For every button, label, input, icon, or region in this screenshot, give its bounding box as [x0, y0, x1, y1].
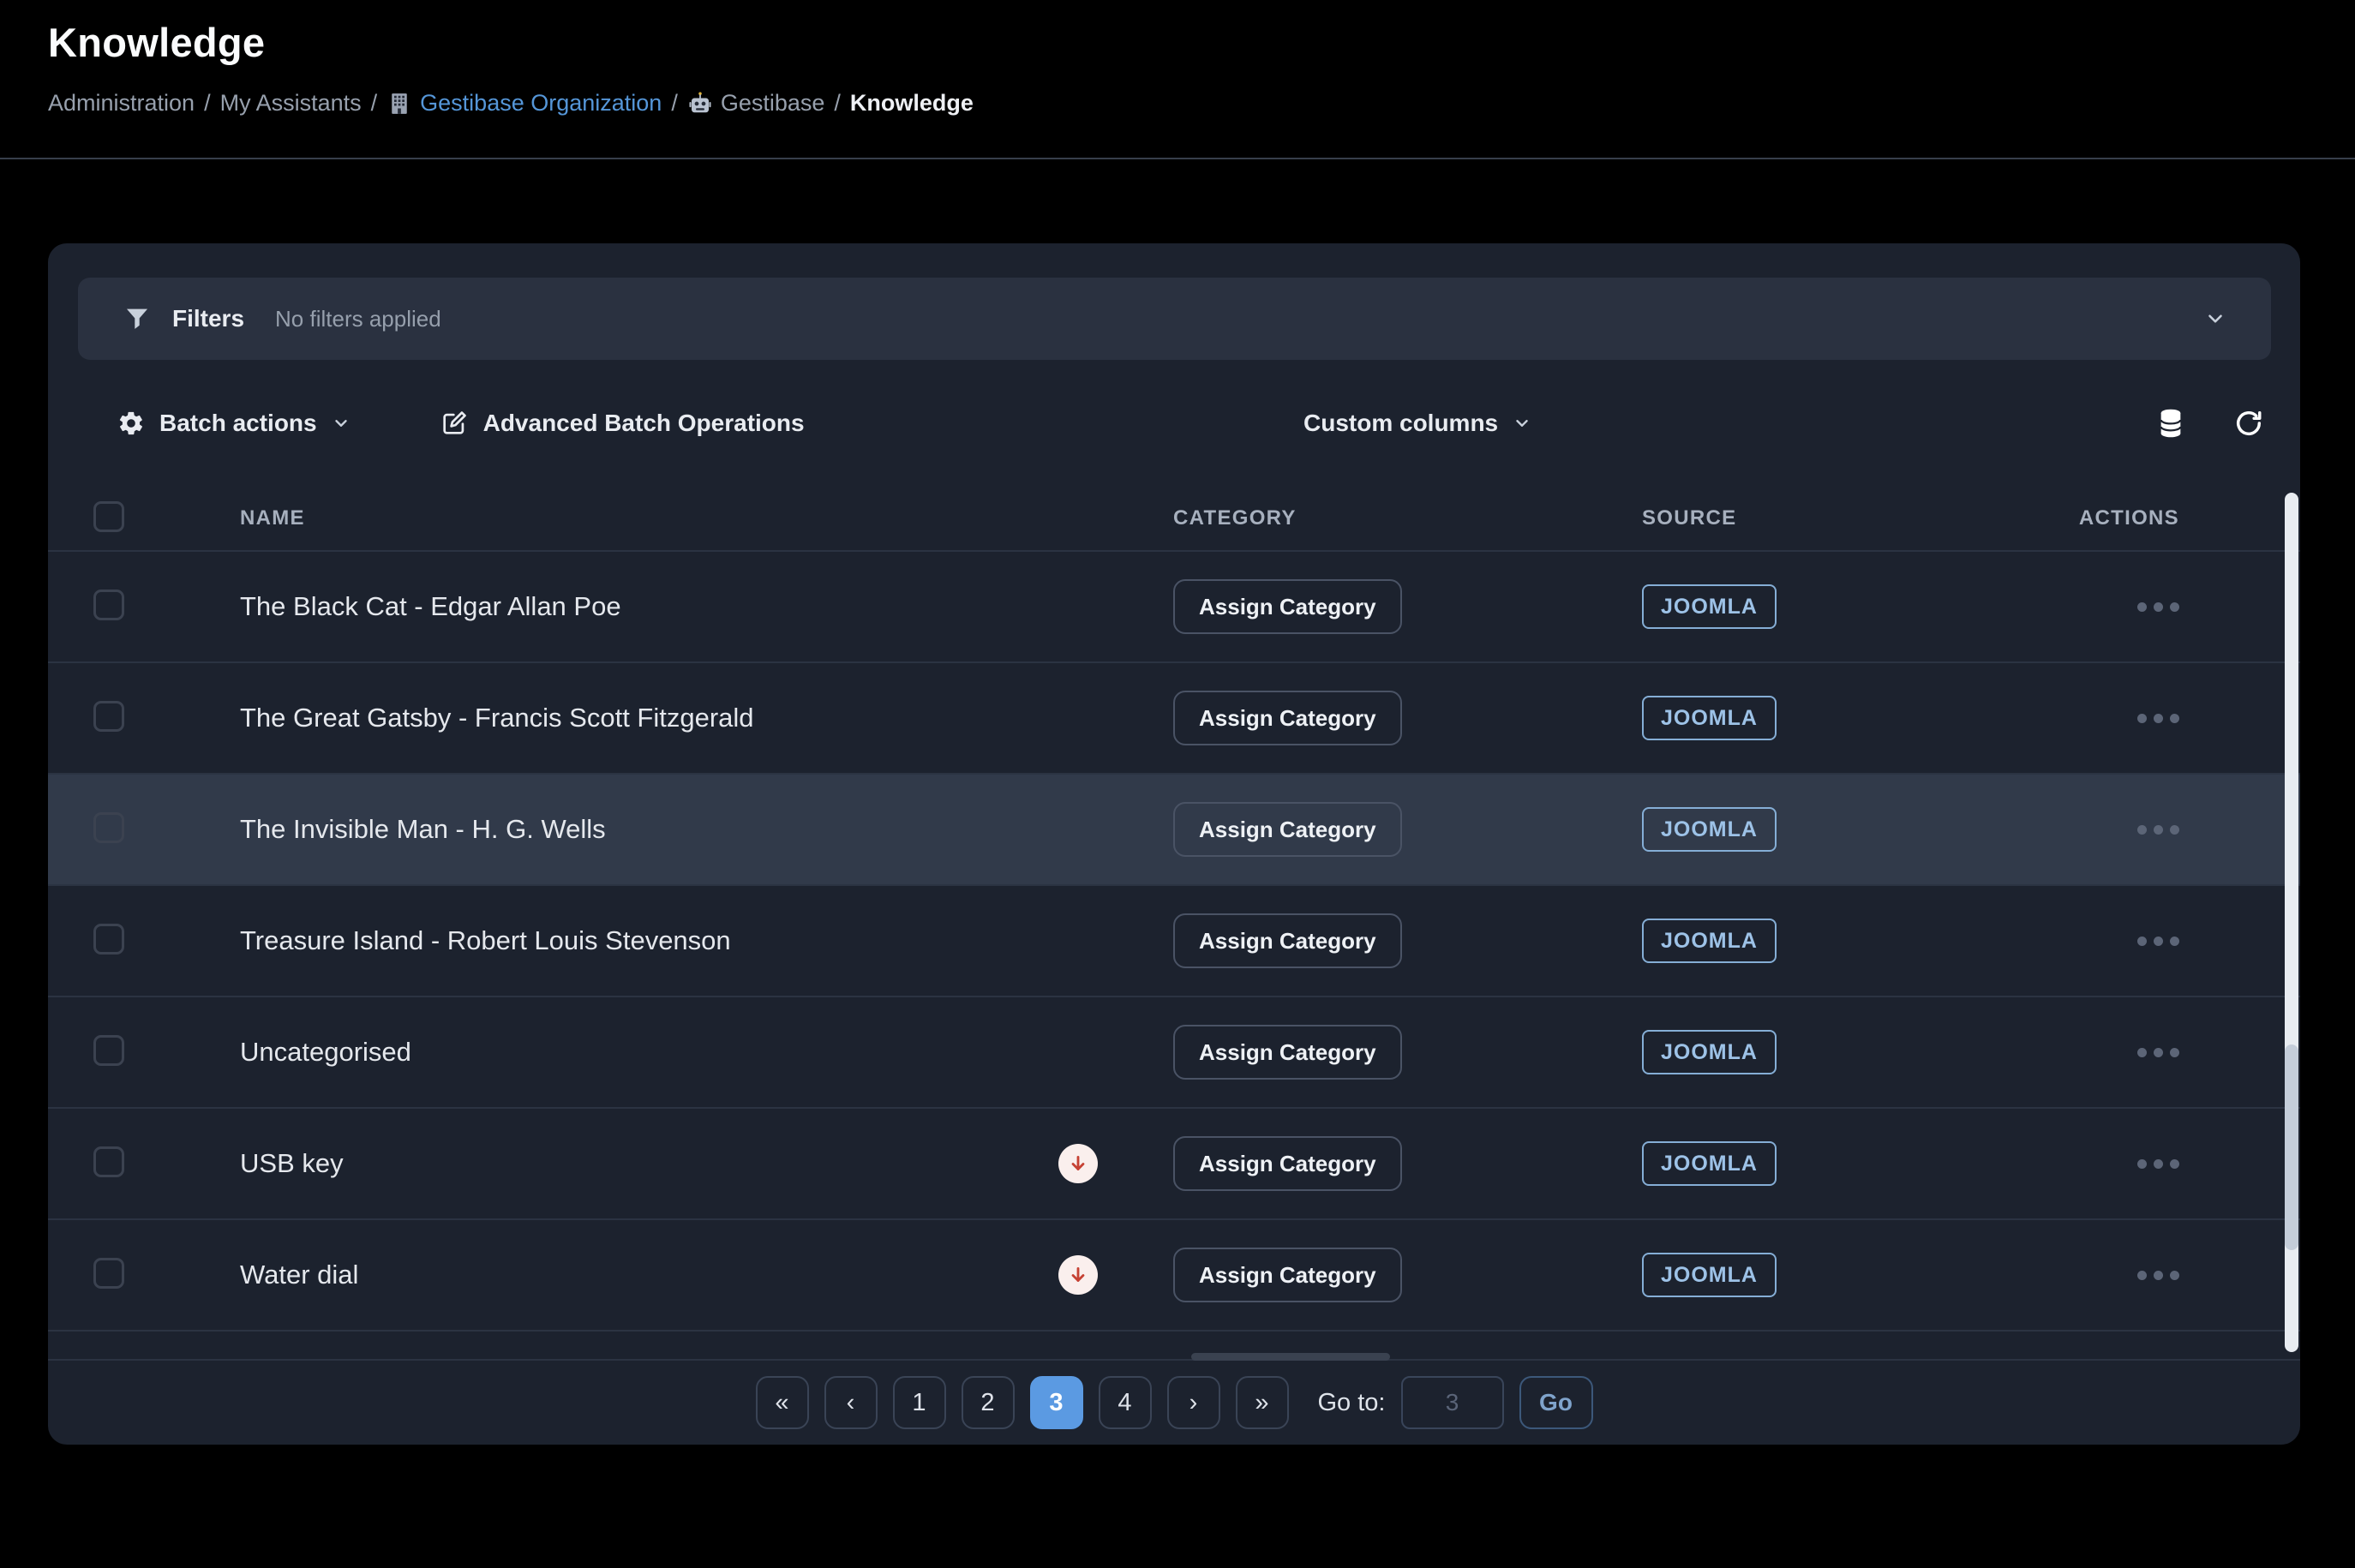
vertical-scrollbar-thumb[interactable]: [2285, 1044, 2298, 1250]
horizontal-scrollbar-thumb[interactable]: [1191, 1353, 1390, 1361]
breadcrumb-separator: /: [834, 90, 841, 117]
breadcrumb-organization-link[interactable]: Gestibase Organization: [387, 90, 662, 117]
column-header-actions: ACTIONS: [2069, 506, 2300, 530]
source-badge: JOOMLA: [1642, 1141, 1777, 1186]
assign-category-button[interactable]: Assign Category: [1173, 913, 1402, 968]
assign-category-button[interactable]: Assign Category: [1173, 691, 1402, 745]
row-actions-button[interactable]: [2137, 1262, 2179, 1289]
vertical-scrollbar[interactable]: [2285, 493, 2298, 1352]
knowledge-item-name: The Black Cat - Edgar Allan Poe: [240, 591, 621, 621]
pagination-bar: « ‹ 1 2 3 4 › » Go to: Go: [48, 1359, 2300, 1445]
table-row: Uncategorised Assign Category JOOMLA: [48, 997, 2300, 1109]
filter-funnel-icon: [123, 304, 152, 333]
breadcrumb-separator: /: [204, 90, 211, 117]
robot-icon: [687, 91, 713, 117]
table-header: NAME CATEGORY SOURCE ACTIONS: [48, 487, 2300, 552]
select-all-checkbox[interactable]: [93, 501, 124, 532]
go-button[interactable]: Go: [1519, 1376, 1593, 1429]
breadcrumb-administration[interactable]: Administration: [48, 90, 195, 117]
source-badge: JOOMLA: [1642, 807, 1777, 852]
database-icon[interactable]: [2156, 407, 2185, 440]
row-checkbox[interactable]: [93, 924, 124, 955]
page-title: Knowledge: [48, 19, 974, 66]
goto-label: Go to:: [1318, 1389, 1386, 1417]
source-badge: JOOMLA: [1642, 584, 1777, 629]
row-checkbox[interactable]: [93, 701, 124, 732]
source-badge: JOOMLA: [1642, 919, 1777, 963]
table-row: Treasure Island - Robert Louis Stevenson…: [48, 886, 2300, 997]
assign-category-button[interactable]: Assign Category: [1173, 579, 1402, 634]
filters-panel[interactable]: Filters No filters applied: [78, 278, 2271, 360]
pagination-next-button[interactable]: ›: [1167, 1376, 1220, 1429]
row-actions-button[interactable]: [2137, 594, 2179, 620]
pagination-prev-button[interactable]: ‹: [824, 1376, 878, 1429]
row-actions-button[interactable]: [2137, 817, 2179, 843]
row-actions-button[interactable]: [2137, 928, 2179, 955]
knowledge-item-name: Water dial: [240, 1260, 358, 1290]
batch-actions-button[interactable]: Batch actions: [117, 410, 351, 437]
row-actions-button[interactable]: [2137, 1039, 2179, 1066]
table-row: The Great Gatsby - Francis Scott Fitzger…: [48, 663, 2300, 775]
refresh-icon[interactable]: [2233, 408, 2264, 439]
pagination-page-4[interactable]: 4: [1099, 1376, 1152, 1429]
row-checkbox[interactable]: [93, 812, 124, 843]
table-row: USB key Assign Category JOOMLA: [48, 1109, 2300, 1220]
pagination-last-button[interactable]: »: [1236, 1376, 1289, 1429]
goto-page-input[interactable]: [1401, 1376, 1504, 1429]
breadcrumb-assistant[interactable]: Gestibase: [687, 90, 825, 117]
pagination-page-1[interactable]: 1: [893, 1376, 946, 1429]
pagination-first-button[interactable]: «: [756, 1376, 809, 1429]
breadcrumb: Administration / My Assistants /: [48, 90, 974, 117]
row-actions-button[interactable]: [2137, 1151, 2179, 1177]
knowledge-item-name: Treasure Island - Robert Louis Stevenson: [240, 925, 731, 955]
source-badge: JOOMLA: [1642, 1030, 1777, 1074]
assign-category-button[interactable]: Assign Category: [1173, 1136, 1402, 1191]
source-badge: JOOMLA: [1642, 696, 1777, 740]
knowledge-item-name: The Invisible Man - H. G. Wells: [240, 814, 606, 844]
download-arrow-icon: [1058, 1144, 1098, 1183]
knowledge-item-name: USB key: [240, 1148, 344, 1178]
assign-category-button[interactable]: Assign Category: [1173, 1025, 1402, 1080]
row-checkbox[interactable]: [93, 589, 124, 620]
assign-category-button[interactable]: Assign Category: [1173, 1248, 1402, 1302]
breadcrumb-my-assistants[interactable]: My Assistants: [220, 90, 362, 117]
column-header-name: NAME: [240, 506, 1040, 530]
download-arrow-icon: [1058, 1255, 1098, 1295]
assign-category-button[interactable]: Assign Category: [1173, 802, 1402, 857]
page-header: Knowledge Administration / My Assistants…: [48, 19, 974, 117]
knowledge-card: Filters No filters applied Batch actions: [48, 243, 2300, 1445]
breadcrumb-separator: /: [371, 90, 378, 117]
row-checkbox[interactable]: [93, 1035, 124, 1066]
chevron-down-icon[interactable]: [2204, 308, 2226, 330]
column-header-source: SOURCE: [1589, 506, 2069, 530]
table-row: The Black Cat - Edgar Allan Poe Assign C…: [48, 552, 2300, 663]
advanced-batch-operations-button[interactable]: Advanced Batch Operations: [440, 409, 805, 438]
knowledge-item-name: The Great Gatsby - Francis Scott Fitzger…: [240, 703, 754, 733]
row-checkbox[interactable]: [93, 1258, 124, 1289]
filters-status: No filters applied: [275, 306, 441, 332]
knowledge-item-name: Uncategorised: [240, 1037, 411, 1067]
breadcrumb-separator: /: [671, 90, 678, 117]
knowledge-page: Knowledge Administration / My Assistants…: [0, 0, 2355, 1568]
header-divider: [0, 158, 2355, 159]
pagination-page-2[interactable]: 2: [962, 1376, 1015, 1429]
breadcrumb-current: Knowledge: [850, 90, 974, 117]
row-checkbox[interactable]: [93, 1146, 124, 1177]
source-badge: JOOMLA: [1642, 1253, 1777, 1297]
edit-square-icon: [440, 409, 469, 438]
building-icon: [387, 91, 412, 117]
table-body: The Black Cat - Edgar Allan Poe Assign C…: [48, 552, 2300, 1332]
partial-row: [48, 1332, 2300, 1359]
row-actions-button[interactable]: [2137, 705, 2179, 732]
pagination-page-3[interactable]: 3: [1030, 1376, 1083, 1429]
gear-icon: [117, 410, 145, 437]
chevron-down-icon: [332, 414, 351, 433]
table-row: The Invisible Man - H. G. Wells Assign C…: [48, 775, 2300, 886]
column-header-category: CATEGORY: [1040, 506, 1589, 530]
chevron-down-icon: [1513, 414, 1531, 433]
filters-label: Filters: [172, 305, 244, 332]
table-toolbar: Batch actions Advanced Batch Operations …: [48, 360, 2300, 487]
table-row: Water dial Assign Category JOOMLA: [48, 1220, 2300, 1332]
custom-columns-button[interactable]: Custom columns: [1303, 410, 1531, 437]
